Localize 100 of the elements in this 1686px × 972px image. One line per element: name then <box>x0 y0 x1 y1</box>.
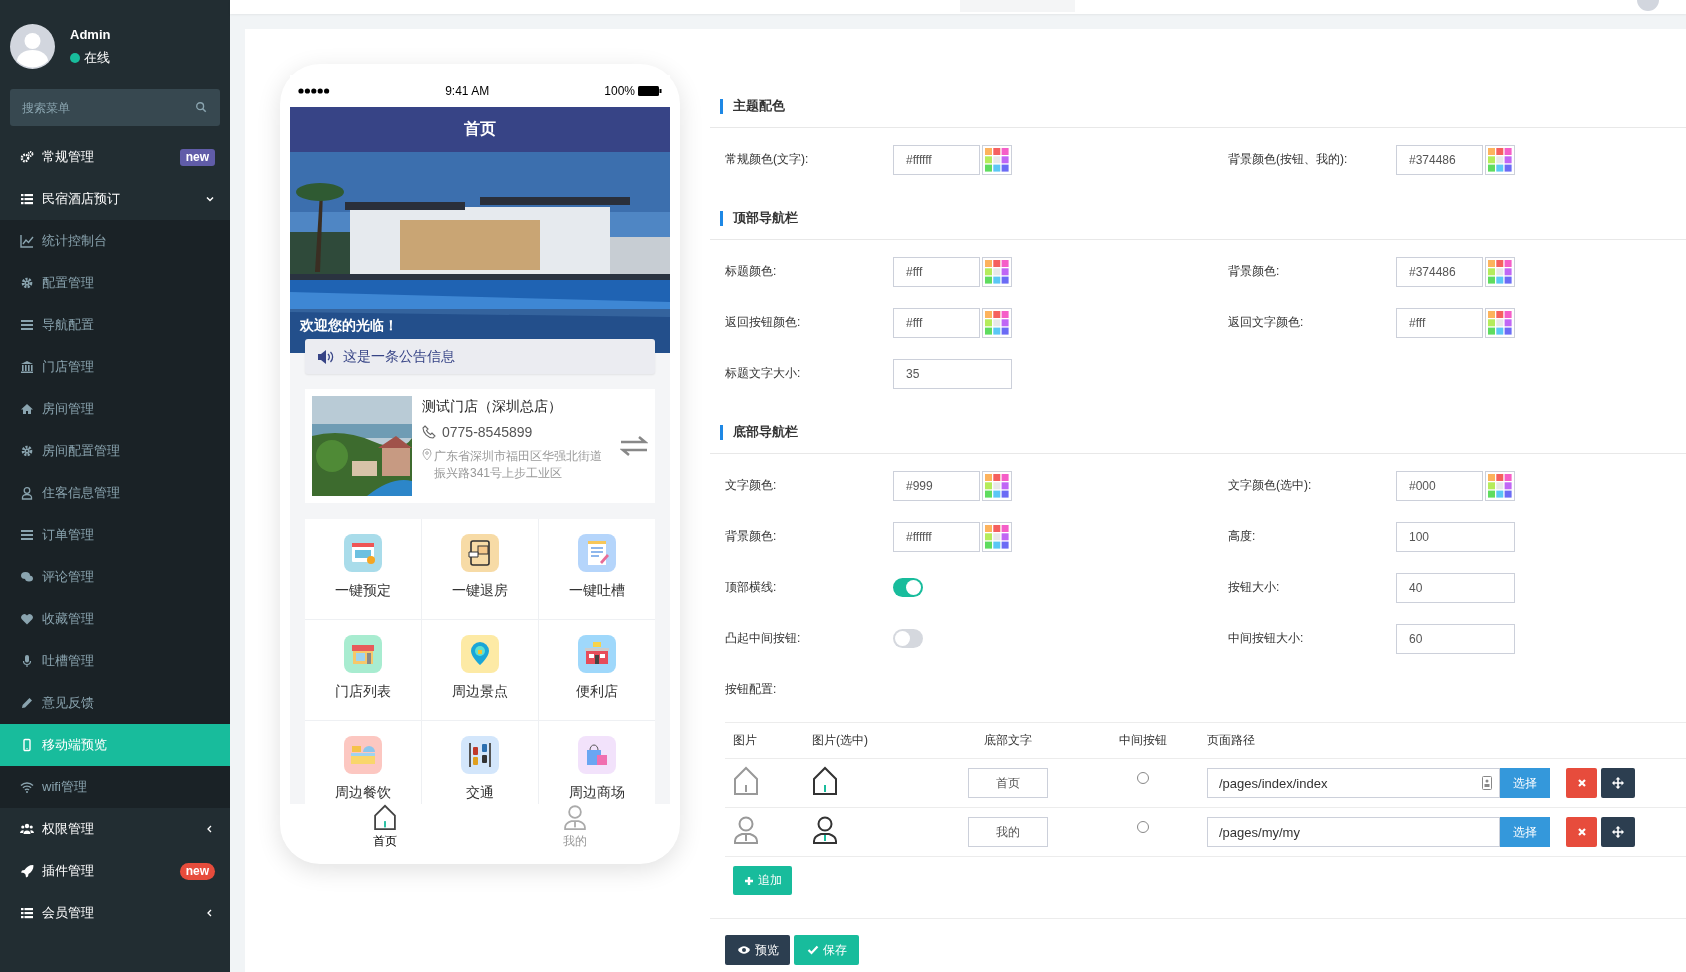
submenu-item[interactable]: 收藏管理 <box>0 598 230 640</box>
palette-icon[interactable] <box>982 521 1012 552</box>
shortcut-item[interactable]: 门店列表 <box>305 620 421 720</box>
submenu-item[interactable]: 房间管理 <box>0 388 230 430</box>
color-field[interactable]: #ffffff <box>893 521 980 552</box>
chat-icon <box>20 570 34 584</box>
menu-item[interactable]: 常规管理 new <box>0 136 230 178</box>
text-field[interactable]: 35 <box>893 358 1012 389</box>
path-field[interactable]: /pages/my/my <box>1207 817 1500 847</box>
plus-icon <box>743 875 754 886</box>
home-icon <box>812 766 838 796</box>
palette-icon[interactable] <box>982 256 1012 287</box>
path-field[interactable]: /pages/index/index <box>1207 768 1500 798</box>
delete-button[interactable] <box>1566 768 1597 798</box>
shortcut-item[interactable]: 周边景点 <box>422 620 538 720</box>
status-time: 9:41 AM <box>444 84 491 98</box>
palette-icon[interactable] <box>1485 470 1515 501</box>
field-label: 按钮配置: <box>725 681 778 698</box>
shortcut-item[interactable]: 周边商场 <box>539 721 655 804</box>
eye-icon <box>736 944 751 956</box>
palette-icon[interactable] <box>1485 144 1515 175</box>
shortcut-item[interactable]: 便利店 <box>539 620 655 720</box>
palette-icon[interactable] <box>1485 307 1515 338</box>
palette-icon[interactable] <box>982 470 1012 501</box>
text-field[interactable]: 60 <box>1396 623 1515 654</box>
submenu-item[interactable]: 住客信息管理 <box>0 472 230 514</box>
field-label: 返回文字颜色: <box>1228 314 1305 331</box>
store-card[interactable]: 测试门店（深圳总店） 0775-8545899 广东省深圳市福田区华强北街道振兴路341号上步工业区 <box>305 389 655 503</box>
shortcut-item[interactable]: 交通 <box>422 721 538 804</box>
shortcut-item[interactable]: 周边餐饮 <box>305 721 421 804</box>
avatar <box>10 24 55 69</box>
submenu-item[interactable]: 吐槽管理 <box>0 640 230 682</box>
preview-button[interactable]: 预览 <box>725 935 790 965</box>
battery-level: 100% <box>604 84 635 98</box>
phone-icon <box>20 738 34 752</box>
palette-icon[interactable] <box>1485 256 1515 287</box>
wifi-icon <box>20 780 34 794</box>
store-address: 广东省深圳市福田区华强北街道振兴路341号上步工业区 <box>434 448 603 482</box>
delete-button[interactable] <box>1566 817 1597 847</box>
search-field[interactable]: 搜索菜单 <box>10 89 220 126</box>
users-icon <box>20 822 34 836</box>
search-icon <box>195 101 207 113</box>
column-header: 图片(选中) <box>812 733 868 747</box>
shortcut-item[interactable]: 一键退房 <box>422 519 538 619</box>
calendar-icon <box>344 534 382 572</box>
field-label: 顶部横线: <box>725 579 778 596</box>
color-field[interactable]: #374486 <box>1396 144 1483 175</box>
close-icon <box>1575 777 1588 789</box>
picker-icon[interactable] <box>1482 776 1492 790</box>
submenu-item[interactable]: 统计控制台 <box>0 220 230 262</box>
new-badge: new <box>179 862 215 880</box>
toggle-switch[interactable] <box>893 629 923 648</box>
color-field[interactable]: #000 <box>1396 470 1483 501</box>
close-icon <box>1575 826 1588 838</box>
menu-item[interactable]: 会员管理 <box>0 892 230 934</box>
menu-item[interactable]: 插件管理 new <box>0 850 230 892</box>
menu-item[interactable]: 权限管理 <box>0 808 230 850</box>
palette-icon[interactable] <box>982 144 1012 175</box>
color-field[interactable]: #ffffff <box>893 144 980 175</box>
color-field[interactable]: #fff <box>893 307 980 338</box>
label-field[interactable]: 首页 <box>967 768 1048 798</box>
column-header: 图片 <box>733 733 757 747</box>
submenu-item[interactable]: 导航配置 <box>0 304 230 346</box>
gear-icon <box>20 276 34 290</box>
speaker-icon <box>317 349 335 364</box>
move-button[interactable] <box>1601 768 1635 798</box>
shortcut-item[interactable]: 一键预定 <box>305 519 421 619</box>
submenu-item[interactable]: 门店管理 <box>0 346 230 388</box>
field-label: 按钮大小: <box>1228 579 1281 596</box>
toggle-switch[interactable] <box>893 578 923 597</box>
color-field[interactable]: #999 <box>893 470 980 501</box>
text-field[interactable]: 100 <box>1396 521 1515 552</box>
color-field[interactable]: #374486 <box>1396 256 1483 287</box>
map-pin-icon <box>461 635 499 673</box>
shop-icon <box>578 635 616 673</box>
menu-item[interactable]: 民宿酒店预订 <box>0 178 230 220</box>
line-chart-icon <box>20 234 34 248</box>
submenu-item[interactable]: 意见反馈 <box>0 682 230 724</box>
submenu-item[interactable]: 订单管理 <box>0 514 230 556</box>
submenu-item[interactable]: 房间配置管理 <box>0 430 230 472</box>
shortcut-item[interactable]: 一键吐槽 <box>539 519 655 619</box>
move-button[interactable] <box>1601 817 1635 847</box>
color-field[interactable]: #fff <box>1396 307 1483 338</box>
color-field[interactable]: #fff <box>893 256 980 287</box>
submenu-item[interactable]: 配置管理 <box>0 262 230 304</box>
status-dot <box>70 52 80 63</box>
nav-title: 首页 <box>290 107 670 152</box>
person-icon <box>812 815 838 845</box>
submenu-item[interactable]: wifi管理 <box>0 766 230 808</box>
store-name: 测试门店（深圳总店） <box>422 398 563 416</box>
person-icon <box>733 815 759 845</box>
menu-icon <box>20 528 34 542</box>
tab-item[interactable]: 首页 <box>290 804 480 850</box>
submenu-item[interactable]: 评论管理 <box>0 556 230 598</box>
palette-icon[interactable] <box>982 307 1012 338</box>
swap-icon[interactable] <box>620 435 648 457</box>
text-field[interactable]: 40 <box>1396 572 1515 603</box>
label-field[interactable]: 我的 <box>967 817 1048 847</box>
heart-icon <box>20 612 34 626</box>
cars-icon <box>461 736 499 774</box>
